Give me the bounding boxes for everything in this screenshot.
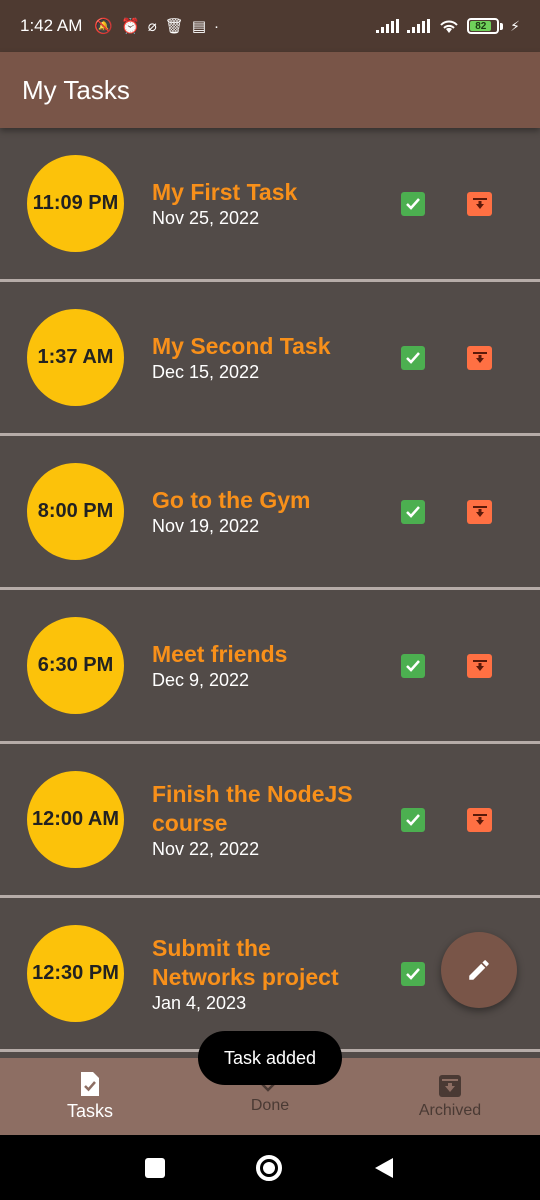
archive-icon[interactable] [467, 345, 492, 370]
archive-icon[interactable] [467, 499, 492, 524]
nav-tasks[interactable]: Tasks [0, 1058, 180, 1135]
task-item[interactable]: 6:30 PM Meet friends Dec 9, 2022 [0, 590, 540, 744]
archive-icon[interactable] [467, 653, 492, 678]
usb-icon: ⌀ [147, 17, 157, 35]
task-item[interactable]: 8:00 PM Go to the Gym Nov 19, 2022 [0, 436, 540, 590]
archive-icon[interactable] [467, 191, 492, 216]
task-time: 1:37 AM [27, 309, 124, 406]
status-bar: 1:42 AM 🔕 ⏰ ⌀ 🗑 ▤ · 82 ⚡ [0, 0, 540, 52]
done-checkbox-icon[interactable] [401, 191, 425, 216]
nav-tasks-label: Tasks [66, 1101, 113, 1121]
done-checkbox-icon[interactable] [401, 345, 425, 370]
signal-icon-2 [407, 19, 431, 33]
task-date: Nov 22, 2022 [152, 838, 260, 859]
nav-archived-label: Archived [418, 1101, 482, 1119]
task-item[interactable]: 11:09 PM My First Task Nov 25, 2022 [0, 128, 540, 282]
task-list: 11:09 PM My First Task Nov 25, 2022 1:37… [0, 128, 540, 1058]
task-time: 11:09 PM [27, 155, 124, 252]
task-time: 8:00 PM [27, 463, 124, 560]
done-checkbox-icon[interactable] [401, 653, 425, 678]
task-icon [81, 1072, 99, 1096]
task-title: My Second Task [152, 333, 331, 359]
system-nav-bar [0, 1135, 540, 1200]
edit-icon [469, 960, 489, 980]
task-title: Meet friends [152, 641, 288, 667]
wifi-icon [440, 20, 458, 33]
add-task-button[interactable] [441, 932, 517, 1008]
task-date: Dec 15, 2022 [152, 362, 260, 382]
calendar-icon: ▤ [191, 17, 207, 35]
task-date: Nov 19, 2022 [152, 516, 260, 536]
alarm-icon: ⏰ [121, 17, 140, 35]
task-time: 12:30 PM [27, 925, 124, 1022]
trash-icon: 🗑 [164, 17, 184, 35]
dot-icon: · [214, 17, 220, 35]
status-time: 1:42 AM [20, 16, 83, 35]
charging-icon: ⚡ [510, 17, 520, 34]
task-time: 12:00 AM [27, 771, 124, 868]
app-bar: My Tasks [0, 52, 540, 128]
task-time: 6:30 PM [27, 617, 124, 714]
archive-nav-icon [439, 1074, 461, 1097]
task-title: Finish the NodeJS course [152, 780, 353, 836]
task-date: Nov 25, 2022 [152, 208, 260, 228]
mute-icon: 🔕 [94, 17, 114, 35]
task-title: Go to the Gym [152, 487, 311, 513]
done-checkbox-icon[interactable] [401, 499, 425, 524]
done-checkbox-icon[interactable] [401, 961, 425, 986]
task-title: Submit the Networks project [152, 934, 339, 990]
signal-icon [376, 19, 400, 33]
back-icon[interactable] [373, 1156, 395, 1180]
task-title: My First Task [152, 179, 298, 205]
nav-done-label: Done [250, 1096, 290, 1114]
nav-archived[interactable]: Archived [360, 1058, 540, 1135]
task-date: Dec 9, 2022 [152, 670, 250, 690]
snackbar: Task added [198, 1031, 342, 1085]
home-icon[interactable] [255, 1154, 282, 1181]
archive-icon[interactable] [467, 807, 492, 832]
done-checkbox-icon[interactable] [401, 807, 425, 832]
task-date: Jan 4, 2023 [152, 992, 247, 1013]
battery-icon: 82 [467, 18, 504, 34]
battery-level: 82 [470, 21, 492, 32]
recents-icon[interactable] [145, 1157, 166, 1178]
task-item[interactable]: 1:37 AM My Second Task Dec 15, 2022 [0, 282, 540, 436]
task-item[interactable]: 12:00 AM Finish the NodeJS course Nov 22… [0, 744, 540, 898]
page-title: My Tasks [22, 74, 130, 105]
